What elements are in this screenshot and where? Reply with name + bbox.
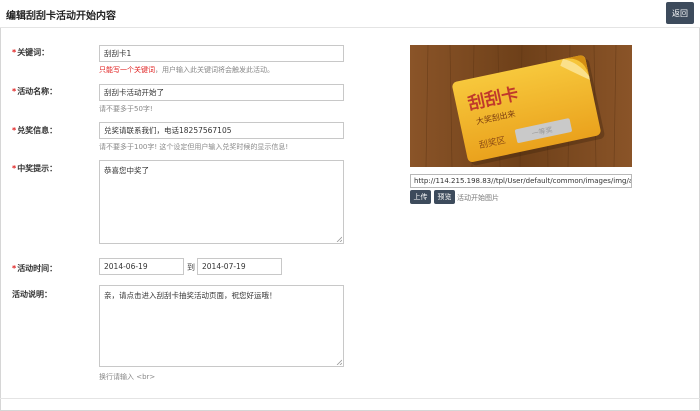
win-tip-textarea[interactable]: 恭喜您中奖了: [99, 160, 344, 244]
bottom-divider: [0, 398, 700, 399]
activity-name-label: *活动名称：: [12, 87, 58, 96]
description-textarea[interactable]: 亲，请点击进入刮刮卡抽奖活动页面，祝您好运哦！: [99, 285, 344, 367]
description-label: 活动说明：: [12, 290, 52, 299]
activity-time-label: *活动时间：: [12, 264, 58, 273]
prize-info-hint: 请不要多于100字! 这个设定但用户输入兑奖时候的显示信息!: [99, 143, 289, 151]
resize-grip-icon[interactable]: [336, 359, 342, 365]
page-header: 编辑刮刮卡活动开始内容 返回: [0, 0, 700, 28]
image-url-input[interactable]: http://114.215.198.83//tpl/User/default/…: [410, 174, 632, 188]
back-button[interactable]: 返回: [666, 2, 694, 24]
win-tip-label: *中奖提示：: [12, 164, 58, 173]
keyword-label: *关键词：: [12, 48, 50, 57]
start-date-input[interactable]: 2014-06-19: [99, 258, 184, 275]
keyword-input[interactable]: 刮刮卡1: [99, 45, 344, 62]
page-title: 编辑刮刮卡活动开始内容: [6, 11, 116, 22]
image-hint: 活动开始图片: [457, 194, 499, 202]
activity-name-input[interactable]: 刮刮卡活动开始了: [99, 84, 344, 101]
description-text: 亲，请点击进入刮刮卡抽奖活动页面，祝您好运哦！: [104, 291, 277, 300]
date-separator: 到: [187, 263, 195, 272]
prize-info-input[interactable]: 兑奖请联系我们，电话18257567105: [99, 122, 344, 139]
activity-name-hint: 请不要多于50字!: [99, 105, 153, 113]
win-tip-text: 恭喜您中奖了: [104, 166, 149, 175]
scratch-card-illustration: 刮刮卡 大奖刮出来 刮奖区 一等奖: [410, 45, 632, 167]
upload-button[interactable]: 上传: [410, 190, 431, 204]
end-date-input[interactable]: 2014-07-19: [197, 258, 282, 275]
resize-grip-icon[interactable]: [336, 236, 342, 242]
prize-info-label: *兑奖信息：: [12, 126, 58, 135]
preview-button[interactable]: 预览: [434, 190, 455, 204]
description-hint: 换行请输入 <br>: [99, 373, 156, 381]
activity-start-image: 刮刮卡 大奖刮出来 刮奖区 一等奖: [410, 45, 632, 167]
keyword-hint: 只能写一个关键词，用户输入此关键词将会触发此活动。: [99, 66, 274, 74]
